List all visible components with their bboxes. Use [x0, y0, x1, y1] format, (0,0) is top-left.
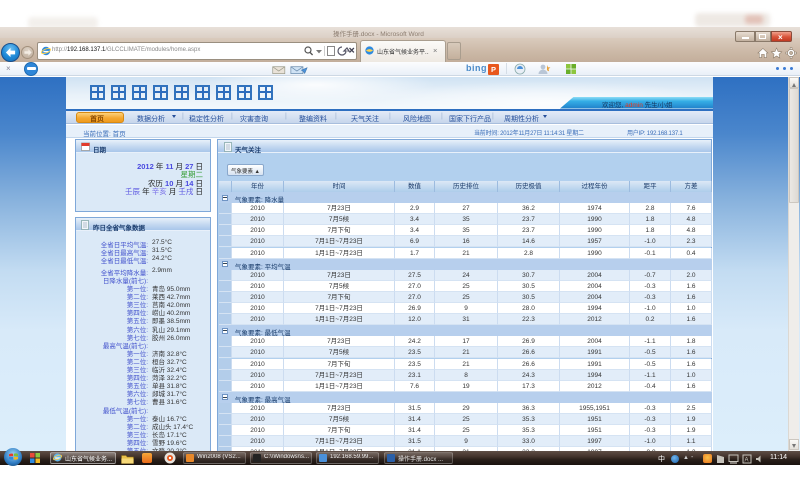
- svg-text:A: A: [745, 457, 749, 463]
